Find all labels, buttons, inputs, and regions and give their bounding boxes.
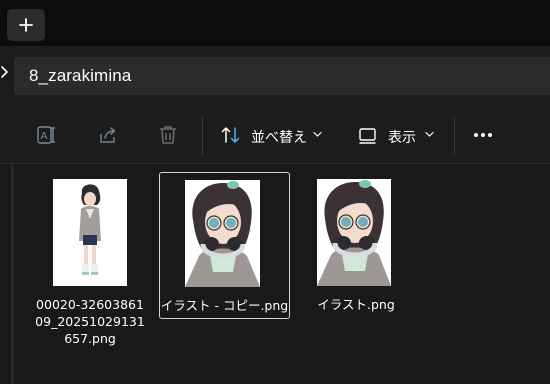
file-name[interactable]: イラスト.png — [292, 296, 420, 313]
file-name[interactable]: イラスト - コピー.png — [160, 297, 289, 314]
file-item[interactable]: 00020-32603861 09_20251029131 657.png — [26, 171, 154, 361]
file-thumbnail — [185, 180, 260, 287]
trash-icon[interactable] — [157, 124, 179, 146]
chevron-down-icon[interactable] — [313, 131, 322, 138]
ellipsis-icon[interactable] — [474, 133, 492, 137]
chevron-right-icon[interactable] — [0, 64, 10, 80]
file-item-selected[interactable]: イラスト - コピー.png — [159, 172, 290, 319]
view-button[interactable]: 表示 — [388, 127, 416, 147]
view-icon[interactable] — [357, 124, 379, 146]
rename-icon[interactable]: A — [36, 124, 58, 146]
sort-button[interactable]: 並べ替え — [251, 127, 307, 147]
sort-icon[interactable] — [220, 124, 242, 146]
file-name[interactable]: 00020-32603861 09_20251029131 657.png — [28, 296, 152, 347]
tab-strip — [0, 0, 550, 46]
svg-text:A: A — [41, 131, 48, 142]
file-thumbnail — [53, 179, 127, 286]
command-separator — [202, 117, 203, 155]
file-thumbnail — [317, 179, 391, 286]
command-separator — [454, 117, 455, 155]
file-explorer-window: 8_zarakimina A 並べ替え 表示 00020-32603861 09… — [0, 0, 550, 384]
share-icon[interactable] — [97, 124, 119, 146]
breadcrumb-folder[interactable]: 8_zarakimina — [29, 66, 131, 86]
plus-icon — [19, 18, 33, 32]
new-tab-button[interactable] — [7, 9, 45, 41]
chevron-down-icon[interactable] — [425, 131, 434, 138]
file-item[interactable]: イラスト.png — [292, 172, 420, 319]
